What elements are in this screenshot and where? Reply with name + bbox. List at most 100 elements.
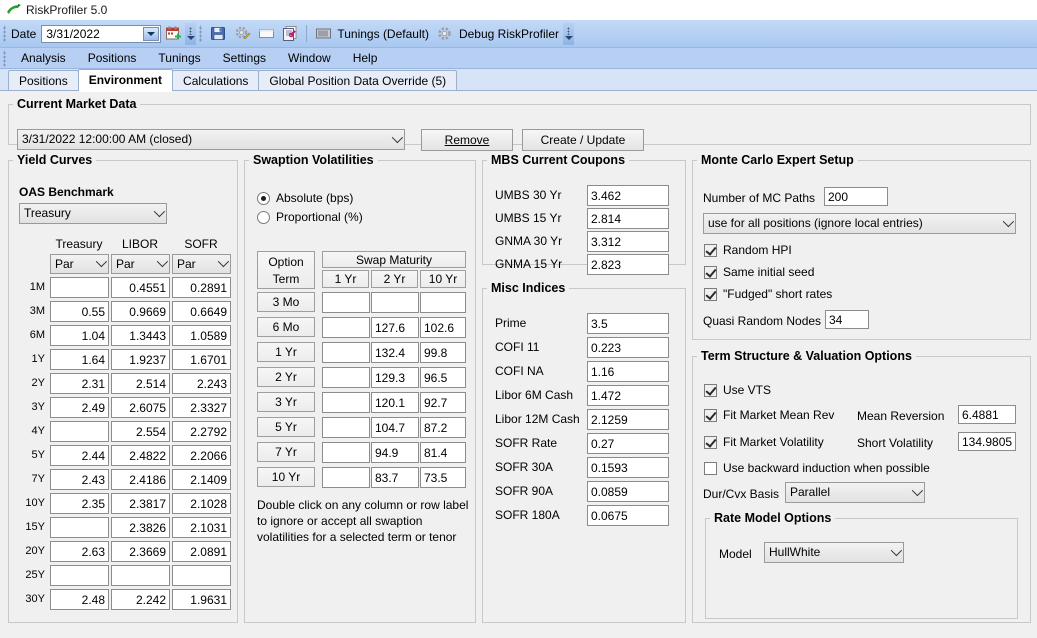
swaption-input-1-yr-2-yr[interactable] (371, 342, 419, 363)
yield-row-label-7y[interactable]: 7Y (15, 473, 45, 485)
yield-input-sofr-3y[interactable] (172, 397, 231, 418)
rate-model-combobox[interactable]: HullWhite (764, 542, 904, 563)
misc-input-sofr-180a[interactable] (587, 505, 669, 526)
swaption-mode-proportional-radio[interactable]: Proportional (%) (257, 210, 363, 224)
yield-input-sofr-3m[interactable] (172, 301, 231, 322)
swaption-input-3-yr-1-yr[interactable] (322, 392, 370, 413)
yield-row-label-30y[interactable]: 30Y (15, 593, 45, 605)
yield-input-treasury-6m[interactable] (50, 325, 109, 346)
yield-row-label-2y[interactable]: 2Y (15, 377, 45, 389)
yield-row-label-15y[interactable]: 15Y (15, 521, 45, 533)
swaption-row-label-3-yr[interactable]: 3 Yr (257, 392, 315, 412)
swaption-input-5-yr-10-yr[interactable] (420, 417, 466, 438)
menu-analysis[interactable]: Analysis (10, 49, 77, 67)
yield-row-label-3m[interactable]: 3M (15, 305, 45, 317)
settings-pencil-icon[interactable] (231, 23, 253, 45)
yield-input-libor-1m[interactable] (111, 277, 170, 298)
mc-fudged-short-rates-checkbox[interactable]: "Fudged" short rates (704, 287, 832, 301)
yield-input-libor-4y[interactable] (111, 421, 170, 442)
mean-reversion-input[interactable] (958, 405, 1016, 424)
swaption-input-5-yr-1-yr[interactable] (322, 417, 370, 438)
yield-input-libor-7y[interactable] (111, 469, 170, 490)
swaption-input-3-yr-10-yr[interactable] (420, 392, 466, 413)
swaption-row-label-1-yr[interactable]: 1 Yr (257, 342, 315, 362)
yield-input-sofr-2y[interactable] (172, 373, 231, 394)
backward-induction-checkbox[interactable]: Use backward induction when possible (704, 461, 930, 475)
misc-input-sofr-30a[interactable] (587, 457, 669, 478)
swaption-row-label-7-yr[interactable]: 7 Yr (257, 442, 315, 462)
swaption-input-10-yr-2-yr[interactable] (371, 467, 419, 488)
swaption-input-3-yr-2-yr[interactable] (371, 392, 419, 413)
misc-input-prime[interactable] (587, 313, 669, 334)
yield-input-treasury-7y[interactable] (50, 469, 109, 490)
swaption-row-label-3-mo[interactable]: 3 Mo (257, 292, 315, 312)
yield-input-treasury-1m[interactable] (50, 277, 109, 298)
quasi-random-nodes-input[interactable] (825, 310, 869, 329)
swap-maturity-col-10yr[interactable]: 10 Yr (420, 270, 466, 288)
swaption-row-label-10-yr[interactable]: 10 Yr (257, 467, 315, 487)
tab-global-position-data-override[interactable]: Global Position Data Override (5) (258, 70, 458, 91)
yield-input-treasury-4y[interactable] (50, 421, 109, 442)
mc-scope-combobox[interactable]: use for all positions (ignore local entr… (703, 213, 1016, 234)
tunings-button-label[interactable]: Tunings (Default) (337, 27, 429, 41)
yield-input-sofr-6m[interactable] (172, 325, 231, 346)
date-combobox[interactable]: 3/31/2022 (41, 24, 162, 43)
save-icon[interactable] (207, 23, 229, 45)
menu-settings[interactable]: Settings (212, 49, 277, 67)
toolbar-overflow-main[interactable] (563, 22, 574, 45)
market-date-combobox[interactable]: 3/31/2022 12:00:00 AM (closed) (17, 129, 405, 150)
mbs-input-gnma-30-yr[interactable] (587, 231, 669, 252)
swaption-input-6-mo-1-yr[interactable] (322, 317, 370, 338)
yield-input-libor-10y[interactable] (111, 493, 170, 514)
yield-input-sofr-7y[interactable] (172, 469, 231, 490)
yield-input-libor-3y[interactable] (111, 397, 170, 418)
yield-input-treasury-10y[interactable] (50, 493, 109, 514)
swaption-input-7-yr-2-yr[interactable] (371, 442, 419, 463)
yield-input-sofr-1y[interactable] (172, 349, 231, 370)
swaption-mode-absolute-radio[interactable]: Absolute (bps) (257, 191, 353, 205)
swaption-input-2-yr-2-yr[interactable] (371, 367, 419, 388)
short-volatility-input[interactable] (958, 432, 1016, 451)
mc-paths-input[interactable] (824, 187, 888, 206)
swaption-input-3-mo-1-yr[interactable] (322, 292, 370, 313)
option-term-header[interactable]: Option Term (257, 251, 315, 289)
create-update-button[interactable]: Create / Update (522, 129, 644, 151)
swaption-input-3-mo-2-yr[interactable] (371, 292, 419, 313)
fit-market-mean-rev-checkbox[interactable]: Fit Market Mean Rev (704, 408, 834, 422)
swaption-input-3-mo-10-yr[interactable] (420, 292, 466, 313)
yield-type-sofr-combobox[interactable]: Par (172, 254, 231, 274)
yield-input-sofr-5y[interactable] (172, 445, 231, 466)
yield-input-libor-3m[interactable] (111, 301, 170, 322)
yield-input-treasury-1y[interactable] (50, 349, 109, 370)
tab-calculations[interactable]: Calculations (172, 70, 260, 91)
window-icon[interactable] (255, 23, 277, 45)
mc-same-seed-checkbox[interactable]: Same initial seed (704, 265, 814, 279)
menubar-grip[interactable] (2, 49, 7, 67)
gear-icon[interactable] (434, 23, 456, 45)
menu-tunings[interactable]: Tunings (147, 49, 211, 67)
yield-input-treasury-25y[interactable] (50, 565, 109, 586)
yield-input-treasury-30y[interactable] (50, 589, 109, 610)
yield-row-label-25y[interactable]: 25Y (15, 569, 45, 581)
yield-input-sofr-25y[interactable] (172, 565, 231, 586)
yield-input-sofr-1m[interactable] (172, 277, 231, 298)
yield-input-libor-15y[interactable] (111, 517, 170, 538)
swaption-input-1-yr-1-yr[interactable] (322, 342, 370, 363)
remove-button[interactable]: Remove (421, 129, 513, 151)
yield-input-sofr-10y[interactable] (172, 493, 231, 514)
yield-row-label-10y[interactable]: 10Y (15, 497, 45, 509)
swap-maturity-header[interactable]: Swap Maturity (322, 251, 466, 268)
yield-row-label-1y[interactable]: 1Y (15, 353, 45, 365)
yield-input-treasury-2y[interactable] (50, 373, 109, 394)
menu-help[interactable]: Help (342, 49, 389, 67)
swap-maturity-col-1yr[interactable]: 1 Yr (322, 270, 369, 288)
mbs-input-umbs-15-yr[interactable] (587, 208, 669, 229)
mc-random-hpi-checkbox[interactable]: Random HPI (704, 243, 792, 257)
misc-input-cofi-11[interactable] (587, 337, 669, 358)
yield-input-treasury-3m[interactable] (50, 301, 109, 322)
misc-input-sofr-rate[interactable] (587, 433, 669, 454)
tab-positions[interactable]: Positions (8, 70, 79, 91)
debug-button-label[interactable]: Debug RiskProfiler (459, 27, 559, 41)
durcvx-basis-combobox[interactable]: Parallel (785, 482, 925, 503)
swaption-input-2-yr-1-yr[interactable] (322, 367, 370, 388)
